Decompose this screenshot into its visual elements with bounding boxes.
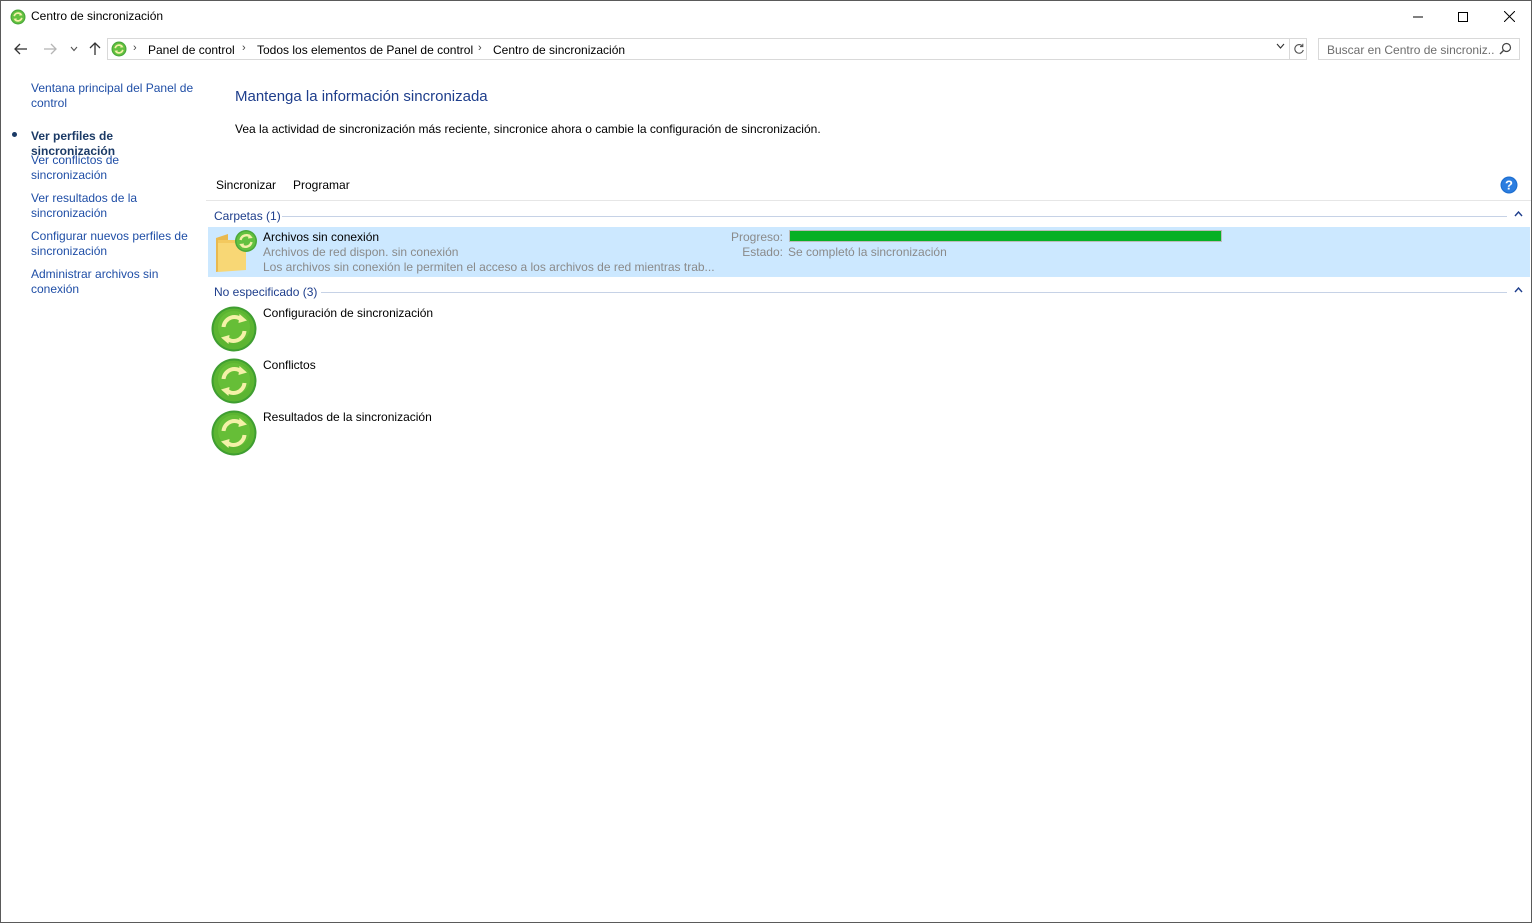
breadcrumb-panel-de-control[interactable]: Panel de control <box>148 43 235 57</box>
breadcrumb-todos-los-elementos[interactable]: Todos los elementos de Panel de control <box>257 43 473 57</box>
progress-label: Progreso: <box>730 230 783 244</box>
sidebar-item-label: sincronización <box>31 244 108 258</box>
sidebar-item-label: sincronización <box>31 206 108 220</box>
command-bar: Sincronizar Programar ? <box>206 172 1531 201</box>
sync-center-icon <box>10 9 26 28</box>
sidebar-item-ver-resultados[interactable]: Ver resultados de la sincronización <box>31 191 196 221</box>
sync-progress-bar <box>789 230 1222 242</box>
chevron-down-icon <box>70 46 78 52</box>
sync-icon <box>211 410 257 456</box>
sidebar-item-label: Ventana principal del Panel de <box>31 81 194 95</box>
item-subtitle: Archivos de red dispon. sin conexión <box>263 245 459 259</box>
sidebar-item-panel-principal[interactable]: Ventana principal del Panel de control <box>31 81 196 111</box>
address-history-dropdown-icon[interactable] <box>1276 41 1285 52</box>
sidebar-item-label: Administrar archivos sin <box>31 267 159 281</box>
collapse-group-icon[interactable] <box>1514 209 1523 219</box>
group-divider <box>282 216 1507 217</box>
page-description: Vea la actividad de sincronización más r… <box>235 122 821 136</box>
status-label: Estado: <box>742 245 783 259</box>
active-item-bullet <box>12 132 17 137</box>
forward-button[interactable] <box>40 36 60 62</box>
sync-icon <box>211 358 257 404</box>
item-description: Los archivos sin conexión le permiten el… <box>263 260 715 274</box>
close-button[interactable] <box>1486 1 1531 32</box>
search-input[interactable]: Buscar en Centro de sincroniz... <box>1318 38 1520 60</box>
sidebar-item-ver-conflictos[interactable]: Ver conflictos de sincronización <box>31 153 196 183</box>
collapse-group-icon[interactable] <box>1514 285 1523 295</box>
recent-locations-button[interactable] <box>67 36 81 62</box>
item-title: Configuración de sincronización <box>263 306 434 320</box>
breadcrumb-separator-icon[interactable]: › <box>133 42 137 54</box>
item-title: Conflictos <box>263 358 316 372</box>
title-bar: Centro de sincronización <box>1 1 1531 32</box>
breadcrumb-separator-icon[interactable]: › <box>478 42 482 54</box>
sidebar-item-label: Configurar nuevos perfiles de <box>31 229 188 243</box>
sidebar-item-label: sincronización <box>31 168 108 182</box>
item-title: Archivos sin conexión <box>263 230 380 244</box>
group-header-carpetas[interactable]: Carpetas (1) <box>214 209 281 223</box>
svg-text:?: ? <box>1505 178 1513 193</box>
navigation-bar: › Panel de control › Todos los elementos… <box>1 36 1531 62</box>
minimize-button[interactable] <box>1395 1 1441 32</box>
sidebar-item-administrar-archivos[interactable]: Administrar archivos sin conexión <box>31 267 196 297</box>
schedule-button[interactable]: Programar <box>293 178 350 192</box>
search-placeholder: Buscar en Centro de sincroniz... <box>1327 43 1495 57</box>
sync-icon <box>211 306 257 352</box>
back-button[interactable] <box>11 36 31 62</box>
arrow-left-icon <box>14 43 27 55</box>
up-button[interactable] <box>86 36 104 62</box>
address-bar[interactable]: › Panel de control › Todos los elementos… <box>107 38 1307 60</box>
offline-folder-icon <box>214 230 260 277</box>
left-task-pane: Ventana principal del Panel de control V… <box>1 62 206 922</box>
sync-center-window: Centro de sincronización › Panel de cont… <box>0 0 1532 923</box>
sidebar-item-label: Ver resultados de la <box>31 191 138 205</box>
group-divider <box>321 292 1507 293</box>
sidebar-item-label: control <box>31 96 68 110</box>
sidebar-item-label: conexión <box>31 282 80 296</box>
arrow-right-icon <box>44 43 57 55</box>
sidebar-item-configurar-perfiles[interactable]: Configurar nuevos perfiles de sincroniza… <box>31 229 196 259</box>
breadcrumb-separator-icon[interactable]: › <box>242 42 246 54</box>
item-title: Resultados de la sincronización <box>263 410 432 424</box>
help-icon[interactable]: ? <box>1500 176 1518 197</box>
breadcrumb-centro-de-sincronizacion[interactable]: Centro de sincronización <box>493 43 625 57</box>
progress-fill <box>790 231 1221 241</box>
status-value: Se completó la sincronización <box>788 245 947 259</box>
sidebar-item-label: Ver conflictos de <box>31 153 120 167</box>
arrow-up-icon <box>89 42 101 55</box>
window-title: Centro de sincronización <box>31 9 164 23</box>
sync-button[interactable]: Sincronizar <box>216 178 276 192</box>
group-header-no-especificado[interactable]: No especificado (3) <box>214 285 317 299</box>
sync-center-icon <box>111 41 127 60</box>
search-icon[interactable] <box>1499 42 1512 58</box>
maximize-button[interactable] <box>1440 1 1486 32</box>
refresh-icon <box>1294 43 1304 54</box>
refresh-button[interactable] <box>1289 39 1308 59</box>
page-title: Mantenga la información sincronizada <box>235 88 488 105</box>
